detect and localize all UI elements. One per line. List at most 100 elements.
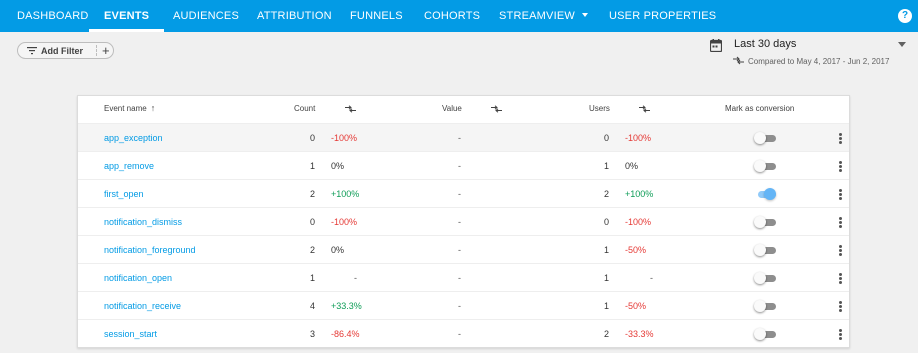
count-value: 0 (309, 217, 315, 227)
table-row[interactable]: notification_dismiss 0 -100% - 0 -100% (78, 207, 849, 235)
more-vert-icon[interactable] (838, 301, 844, 312)
more-vert-icon[interactable] (838, 133, 844, 144)
toggle-knob (754, 132, 766, 144)
column-header-users[interactable]: Users (589, 104, 610, 114)
column-header-conversion: Mark as conversion (725, 104, 795, 113)
table-row[interactable]: notification_receive 4 +33.3% - 1 -50% (78, 291, 849, 319)
event-name-link[interactable]: app_exception (104, 133, 163, 143)
more-vert-icon[interactable] (838, 245, 844, 256)
value-value: - (458, 161, 461, 171)
table-row[interactable]: first_open 2 +100% - 2 +100% (78, 179, 849, 207)
conversion-toggle[interactable] (754, 216, 776, 228)
count-value: 3 (309, 329, 315, 339)
count-value: 1 (309, 273, 315, 283)
chevron-down-icon[interactable] (898, 42, 906, 47)
count-change: - (354, 273, 357, 283)
users-value: 0 (603, 133, 609, 143)
users-change: 0% (625, 161, 639, 171)
conversion-toggle[interactable] (754, 272, 776, 284)
tab-cohorts[interactable]: COHORTS (424, 0, 480, 32)
table-row[interactable]: session_start 3 -86.4% - 2 -33.3% (78, 319, 849, 347)
more-vert-icon[interactable] (838, 273, 844, 284)
conversion-toggle[interactable] (754, 160, 776, 172)
count-change: -86.4% (331, 329, 360, 339)
event-name-link[interactable]: session_start (104, 329, 157, 339)
users-value: 1 (603, 301, 609, 311)
value-value: - (458, 189, 461, 199)
table-row[interactable]: app_exception 0 -100% - 0 -100% (78, 123, 849, 151)
filter-divider (96, 45, 97, 56)
more-vert-icon[interactable] (838, 329, 844, 340)
tab-user-properties[interactable]: USER PROPERTIES (609, 0, 716, 32)
table-row[interactable]: notification_open 1 - - 1 - (78, 263, 849, 291)
users-value: 1 (603, 245, 609, 255)
users-change: -33.3% (625, 329, 654, 339)
toggle-knob (754, 244, 766, 256)
count-value: 1 (309, 161, 315, 171)
count-change: 0% (331, 245, 345, 255)
more-vert-icon[interactable] (838, 217, 844, 228)
users-value: 2 (603, 329, 609, 339)
table-row[interactable]: app_remove 1 0% - 1 0% (78, 151, 849, 179)
help-icon[interactable]: ? (898, 9, 912, 23)
tab-funnels[interactable]: FUNNELS (350, 0, 403, 32)
event-name-link[interactable]: notification_open (104, 273, 172, 283)
toggle-knob (764, 188, 776, 200)
tab-streamview[interactable]: STREAMVIEW (499, 0, 588, 32)
event-name-link[interactable]: notification_dismiss (104, 217, 182, 227)
value-value: - (458, 301, 461, 311)
users-change: - (650, 273, 653, 283)
conversion-toggle[interactable] (754, 300, 776, 312)
events-table: Event name ↑ Count Value Users Mark as co… (77, 95, 850, 348)
date-range-select[interactable]: Last 30 days (734, 38, 796, 51)
count-change: 0% (331, 161, 345, 171)
users-value: 2 (603, 189, 609, 199)
column-header-count[interactable]: Count (294, 104, 315, 114)
count-change: -100% (331, 217, 358, 227)
column-header-value[interactable]: Value (442, 104, 462, 114)
add-filter-button[interactable]: Add Filter + (17, 42, 114, 59)
value-value: - (458, 329, 461, 339)
event-name-link[interactable]: notification_receive (104, 301, 181, 311)
tab-audiences[interactable]: AUDIENCES (173, 0, 239, 32)
conversion-toggle[interactable] (754, 244, 776, 256)
toggle-knob (754, 216, 766, 228)
users-change: -100% (625, 133, 652, 143)
count-value: 4 (309, 301, 315, 311)
arrow-up-icon: ↑ (150, 103, 156, 113)
toggle-knob (754, 328, 766, 340)
compare-arrows-icon (345, 105, 356, 113)
conversion-toggle[interactable] (754, 132, 776, 144)
value-value: - (458, 133, 461, 143)
calendar-icon[interactable] (710, 39, 722, 52)
count-change: -100% (331, 133, 358, 143)
comparison-range-text: Compared to May 4, 2017 - Jun 2, 2017 (748, 57, 890, 66)
count-value: 2 (309, 189, 315, 199)
tab-streamview-label: STREAMVIEW (499, 10, 575, 22)
count-change: +33.3% (331, 301, 362, 311)
conversion-toggle[interactable] (754, 188, 776, 200)
compare-arrows-icon (639, 105, 650, 113)
tab-attribution[interactable]: ATTRIBUTION (257, 0, 332, 32)
toggle-knob (754, 160, 766, 172)
conversion-toggle[interactable] (754, 328, 776, 340)
event-name-link[interactable]: first_open (104, 189, 144, 199)
count-value: 2 (309, 245, 315, 255)
tab-events[interactable]: EVENTS (88, 0, 165, 32)
filter-list-icon (27, 47, 37, 55)
chevron-down-icon (581, 13, 588, 17)
users-change: -50% (625, 301, 647, 311)
value-value: - (458, 273, 461, 283)
more-vert-icon[interactable] (838, 189, 844, 200)
tab-dashboard[interactable]: DASHBOARD (17, 0, 88, 32)
more-vert-icon[interactable] (838, 161, 844, 172)
plus-icon[interactable]: + (102, 43, 110, 58)
event-name-link[interactable]: app_remove (104, 161, 154, 171)
value-value: - (458, 217, 461, 227)
table-row[interactable]: notification_foreground 2 0% - 1 -50% (78, 235, 849, 263)
users-change: +100% (625, 189, 654, 199)
event-name-link[interactable]: notification_foreground (104, 245, 196, 255)
users-value: 0 (603, 217, 609, 227)
compare-arrows-icon (491, 105, 502, 113)
column-header-event-name[interactable]: Event name ↑ (104, 104, 155, 114)
